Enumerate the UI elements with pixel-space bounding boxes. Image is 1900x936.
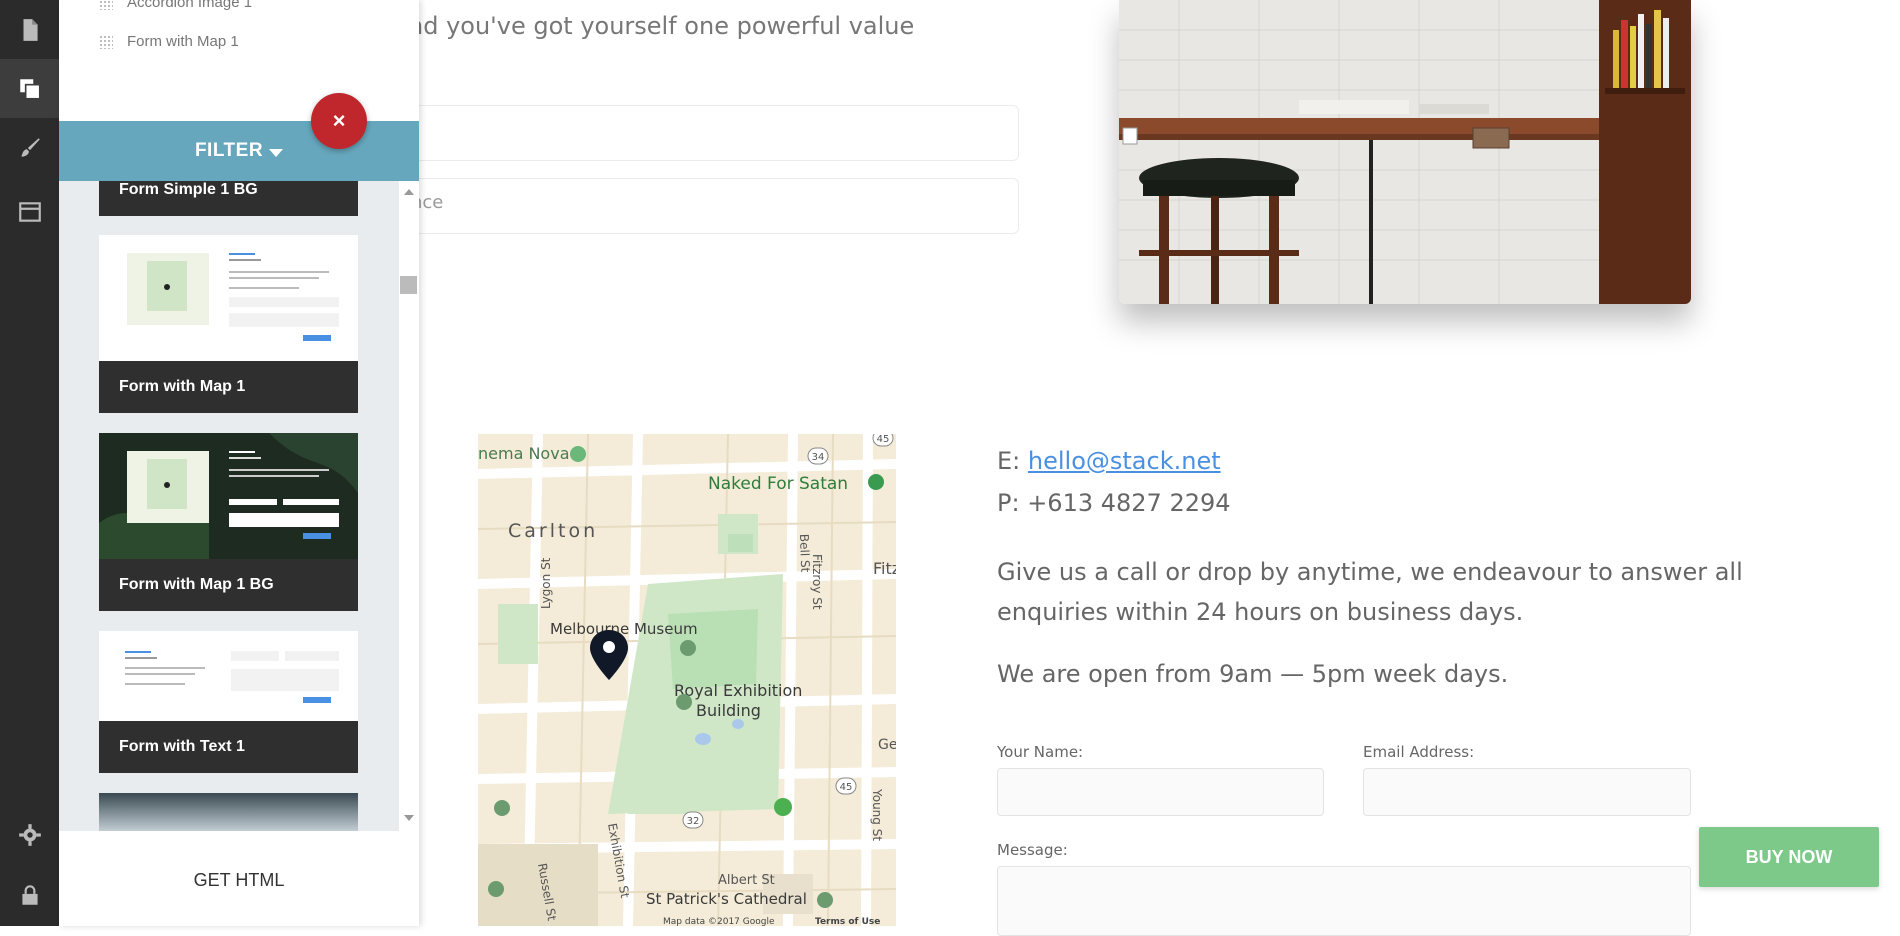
block-card[interactable] [99, 793, 358, 831]
map-label: Royal Exhibition [674, 681, 802, 700]
name-label: Your Name: [997, 743, 1084, 761]
drag-handle-icon[interactable] [99, 0, 113, 10]
list-item-label: Accordion Image 1 [127, 0, 253, 11]
map-label: nema Nova [478, 444, 570, 463]
contact-paragraph: Give us a call or drop by anytime, we en… [997, 558, 1743, 626]
email-link[interactable]: hello@stack.net [1028, 447, 1221, 475]
buy-now-button[interactable]: BUY NOW [1699, 827, 1879, 887]
map-label: Fitzroy St [810, 554, 824, 610]
map-label: Gen [878, 737, 896, 753]
block-card[interactable]: Form with Map 1 BG [99, 433, 358, 611]
lock-icon [21, 884, 38, 905]
hours-paragraph: We are open from 9am — 5pm week days. [997, 660, 1509, 688]
list-item[interactable]: Form with Map 1 [99, 33, 239, 50]
google-map[interactable]: nema Nova Naked For Satan Carlton Bell S… [478, 434, 896, 926]
map-label: Melbourne Museum [550, 620, 698, 638]
brush-icon [20, 137, 40, 157]
settings-button[interactable] [0, 805, 59, 864]
map-label: Lygon St [539, 557, 553, 609]
block-thumbnail [99, 433, 358, 559]
email-field[interactable] [1363, 768, 1691, 816]
map-label: Carlton [508, 520, 598, 542]
contact-info: E: hello@stack.net P: +613 4827 2294 Giv… [997, 440, 1777, 694]
block-card[interactable]: Form with Text 1 [99, 631, 358, 773]
list-item[interactable]: Accordion Image 1 [99, 0, 252, 11]
map-label: Naked For Satan [708, 474, 848, 494]
block-list: Accordion Image 1 Form with Map 1 [59, 0, 419, 121]
road-badge: 34 [812, 452, 825, 463]
text-input[interactable] [399, 178, 1019, 234]
gear-icon [18, 823, 41, 846]
cafe-photo [1119, 0, 1691, 304]
caret-down-icon [269, 148, 284, 157]
block-card-title: Form with Map 1 [99, 361, 358, 413]
road-badge: 45 [877, 434, 890, 445]
map-label: St Patrick's Cathedral [646, 890, 807, 908]
email-label: Email Address: [1363, 743, 1475, 761]
scroll-up-icon[interactable] [404, 189, 414, 195]
pages-button[interactable] [0, 0, 59, 59]
close-panel-button[interactable]: × [311, 93, 367, 149]
road-badge: 32 [687, 816, 700, 827]
message-label: Message: [997, 841, 1068, 859]
map-attribution: Map data ©2017 Google [663, 917, 775, 926]
block-card-title: Form Simple 1 BG [99, 181, 358, 216]
panel-scrollbar[interactable] [399, 181, 419, 831]
partial-heading: nd you've got yourself one powerful valu… [408, 12, 915, 40]
scroll-thumb[interactable] [400, 276, 417, 294]
name-field[interactable] [997, 768, 1324, 816]
filter-label: FILTER [194, 140, 264, 161]
map-label: Young St [870, 788, 884, 841]
map-label: Albert St [718, 873, 775, 888]
block-card-title: Form with Text 1 [99, 721, 358, 773]
blocks-panel: Accordion Image 1 Form with Map 1 FILTER… [59, 0, 419, 926]
email-line: E: hello@stack.net [997, 440, 1777, 482]
page-icon [23, 18, 38, 41]
window-icon [18, 201, 41, 222]
block-thumbnail [99, 631, 358, 721]
map-label: Building [696, 701, 761, 720]
get-html-button[interactable]: GET HTML [59, 870, 419, 891]
block-card[interactable]: Form Simple 1 BG [99, 181, 358, 216]
scroll-down-icon[interactable] [404, 815, 414, 821]
text-input[interactable] [399, 105, 1019, 161]
phone-line: P: +613 4827 2294 [997, 489, 1231, 517]
block-card-title: Form with Map 1 BG [99, 559, 358, 611]
map-terms-link: Terms of Use [815, 917, 880, 926]
layers-icon [19, 78, 41, 100]
block-thumbnails: Form Simple 1 BG Form with Map 1 Form wi… [59, 181, 399, 831]
block-card[interactable]: Form with Map 1 [99, 235, 358, 413]
map-label: Fitz [873, 559, 896, 578]
drag-handle-icon[interactable] [99, 34, 113, 49]
left-rail [0, 0, 59, 926]
road-badge: 45 [840, 782, 853, 793]
block-thumbnail [99, 235, 358, 361]
email-prefix: E: [997, 447, 1028, 475]
blocks-button[interactable] [0, 59, 59, 118]
list-item-label: Form with Map 1 [127, 33, 239, 50]
design-button[interactable] [0, 118, 59, 177]
lock-button[interactable] [0, 865, 59, 924]
preview-button[interactable] [0, 182, 59, 241]
